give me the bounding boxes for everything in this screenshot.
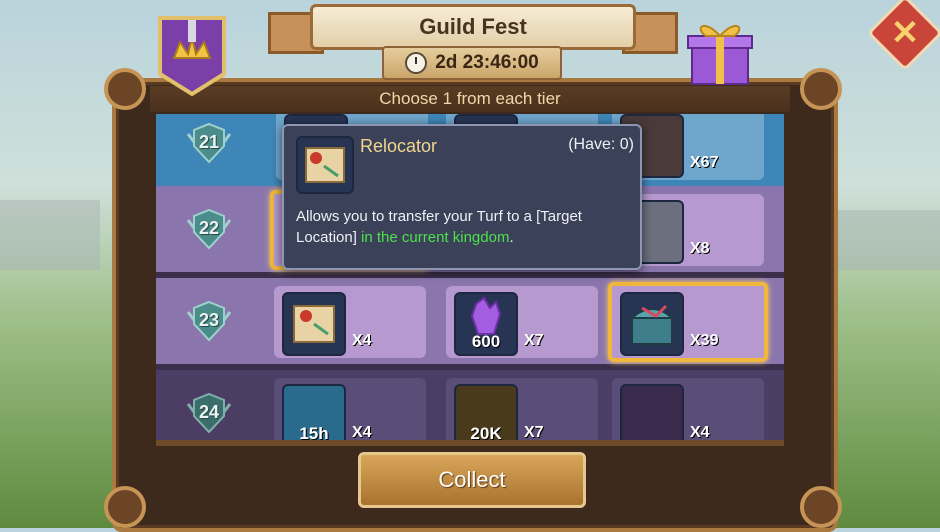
chest-icon [620, 384, 684, 444]
background-ruin-left [0, 200, 100, 270]
gift-box-icon[interactable] [684, 14, 756, 88]
relocator-icon [282, 292, 346, 356]
tooltip-have-count: (Have: 0) [568, 136, 634, 153]
item-quantity: X7 [524, 332, 544, 349]
purple-gem-icon: 600 [454, 292, 518, 356]
reward-option[interactable]: 20K X7 [446, 378, 598, 444]
item-quantity: X67 [690, 154, 719, 171]
timer-text: 2d 23:46:00 [435, 52, 539, 73]
tooltip-item-name: Relocator [360, 136, 438, 156]
tooltip-description: Allows you to transfer your Turf to a [T… [296, 206, 626, 248]
close-icon[interactable]: ✕ [878, 6, 932, 60]
treasure-chest-icon [620, 292, 684, 356]
item-tooltip: Relocator (Have: 0) Allows you to transf… [282, 124, 642, 270]
relocator-icon [296, 136, 354, 194]
item-quantity: X8 [690, 240, 710, 257]
reward-option[interactable]: 15h X4 [274, 378, 426, 444]
reward-option[interactable]: X4 [274, 286, 426, 358]
tier-number: 22 [198, 218, 220, 238]
collect-button[interactable]: Collect [358, 452, 586, 508]
tier-number: 21 [198, 132, 220, 152]
tier-number: 23 [198, 310, 220, 330]
tooltip-desc-highlight: in the current kingdom [361, 229, 510, 246]
frame-corner-ornament [800, 68, 842, 110]
guild-crown-shield-icon [158, 16, 226, 96]
divider [156, 440, 784, 446]
tooltip-desc-end: . [509, 229, 514, 246]
energy-icon: 20K [454, 384, 518, 444]
event-timer: 2d 23:46:00 [382, 46, 562, 80]
speedup-icon: 15h [282, 384, 346, 444]
clock-icon [405, 52, 428, 74]
item-amount: 600 [471, 332, 501, 351]
tier-number: 24 [198, 402, 220, 422]
subtitle: Choose 1 from each tier [150, 86, 790, 112]
tier-row: 23 X4 600 X7 X39 [156, 278, 784, 364]
reward-option-selected[interactable]: X39 [608, 282, 768, 362]
tier-row: 24 15h X4 20K X7 X4 [156, 370, 784, 444]
frame-corner-ornament [104, 486, 146, 528]
frame-corner-ornament [104, 68, 146, 110]
reward-option[interactable]: 600 X7 [446, 286, 598, 358]
item-quantity: X39 [690, 332, 719, 349]
page-title: Guild Fest [310, 4, 636, 50]
background-ruin-right [830, 210, 940, 270]
item-quantity: X4 [352, 332, 372, 349]
reward-option[interactable]: X4 [612, 378, 764, 444]
frame-corner-ornament [800, 486, 842, 528]
